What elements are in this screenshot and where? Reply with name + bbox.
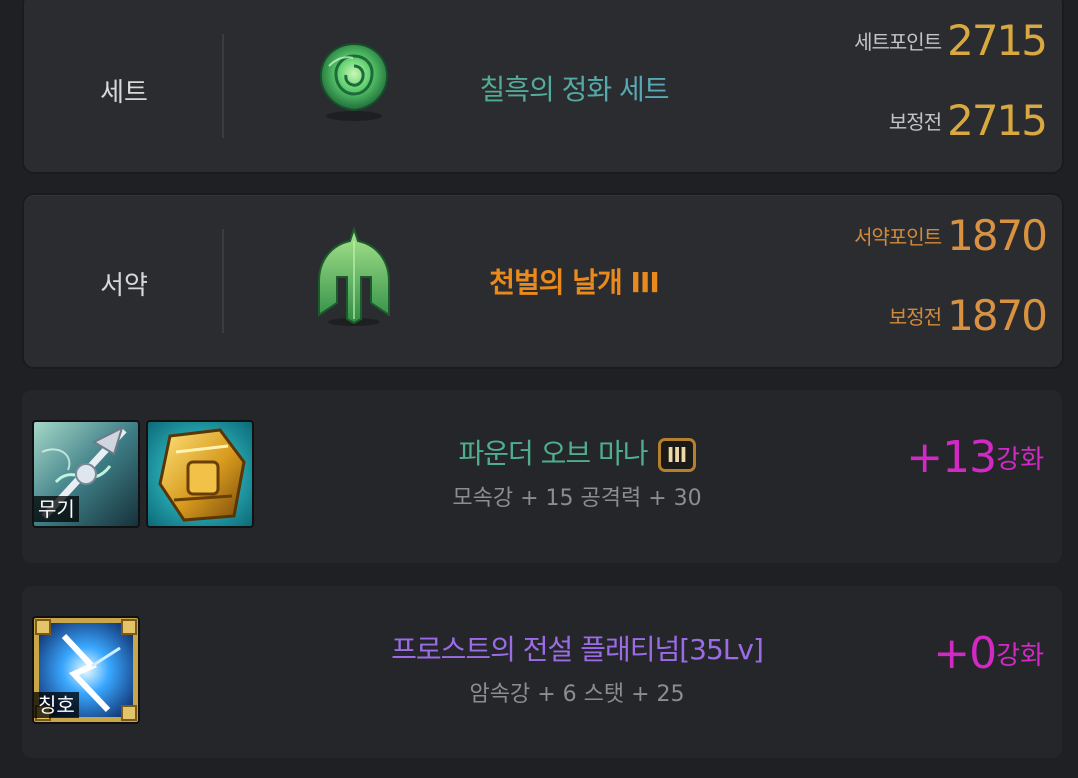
weapon-enhance: +13강화: [906, 432, 1044, 483]
helmet-icon: [309, 225, 399, 326]
oath-name: 천벌의 날개 III: [489, 266, 660, 299]
oath-base-value: 1870: [947, 291, 1048, 340]
set-category-label: 세트: [100, 78, 148, 108]
gauntlet-thumbnail[interactable]: [146, 420, 254, 528]
weapon-name: 파운더 오브 마나 III: [302, 432, 852, 472]
set-panel[interactable]: 세트 칠흑의 정화 세트 세트포인트 2715 보정전 2715: [22, 0, 1064, 174]
title-enhance: +0강화: [933, 628, 1044, 679]
tier-badge: III: [657, 438, 696, 472]
oath-point-value: 1870: [947, 211, 1048, 260]
equipment-summary: 세트 칠흑의 정화 세트 세트포인트 2715 보정전 2715 서약 천벌의 …: [0, 0, 1078, 778]
title-name: 프로스트의 전설 플래티넘[35Lv]: [391, 633, 764, 666]
set-divider: [222, 34, 224, 138]
set-base-value: 2715: [947, 96, 1048, 145]
weapon-row[interactable]: 무기 파운더 오브 마나 III 모속강 + 15 공격력 + 30 +13강화: [22, 390, 1062, 563]
weapon-enhance-label: 강화: [996, 445, 1044, 475]
weapon-name-text: 파운더 오브 마나: [458, 437, 648, 470]
rose-icon: [309, 36, 399, 126]
title-tag: 칭호: [34, 692, 79, 718]
set-point-label: 세트포인트: [854, 30, 942, 54]
set-base-row: 보정전 2715: [888, 96, 1048, 145]
weapon-stats: 모속강 + 15 공격력 + 30: [452, 486, 702, 511]
title-enhance-label: 강화: [996, 641, 1044, 671]
title-enhance-value: +0: [933, 628, 997, 679]
set-base-label: 보정전: [888, 110, 942, 134]
set-point-value: 2715: [947, 16, 1048, 65]
weapon-enhance-value: +13: [906, 432, 997, 483]
oath-category-label: 서약: [100, 271, 148, 301]
oath-base-row: 보정전 1870: [888, 291, 1048, 340]
set-point-row: 세트포인트 2715: [854, 16, 1048, 65]
oath-base-label: 보정전: [888, 305, 942, 329]
title-row[interactable]: 칭호 프로스트의 전설 플래티넘[35Lv] 암속강 + 6 스탯 + 25 +…: [22, 586, 1062, 758]
title-stats: 암속강 + 6 스탯 + 25: [469, 682, 685, 707]
set-name: 칠흑의 정화 세트: [424, 68, 724, 108]
weapon-thumbnail[interactable]: 무기: [32, 420, 140, 528]
weapon-tag: 무기: [34, 496, 79, 522]
gold-gauntlet-icon: [148, 422, 252, 526]
title-thumbnail[interactable]: 칭호: [32, 616, 140, 724]
oath-point-label: 서약포인트: [854, 225, 942, 249]
oath-point-row: 서약포인트 1870: [854, 211, 1048, 260]
oath-divider: [222, 229, 224, 333]
oath-panel[interactable]: 서약 천벌의 날개 III 서약포인트 1870 보정전 1870: [22, 193, 1064, 369]
